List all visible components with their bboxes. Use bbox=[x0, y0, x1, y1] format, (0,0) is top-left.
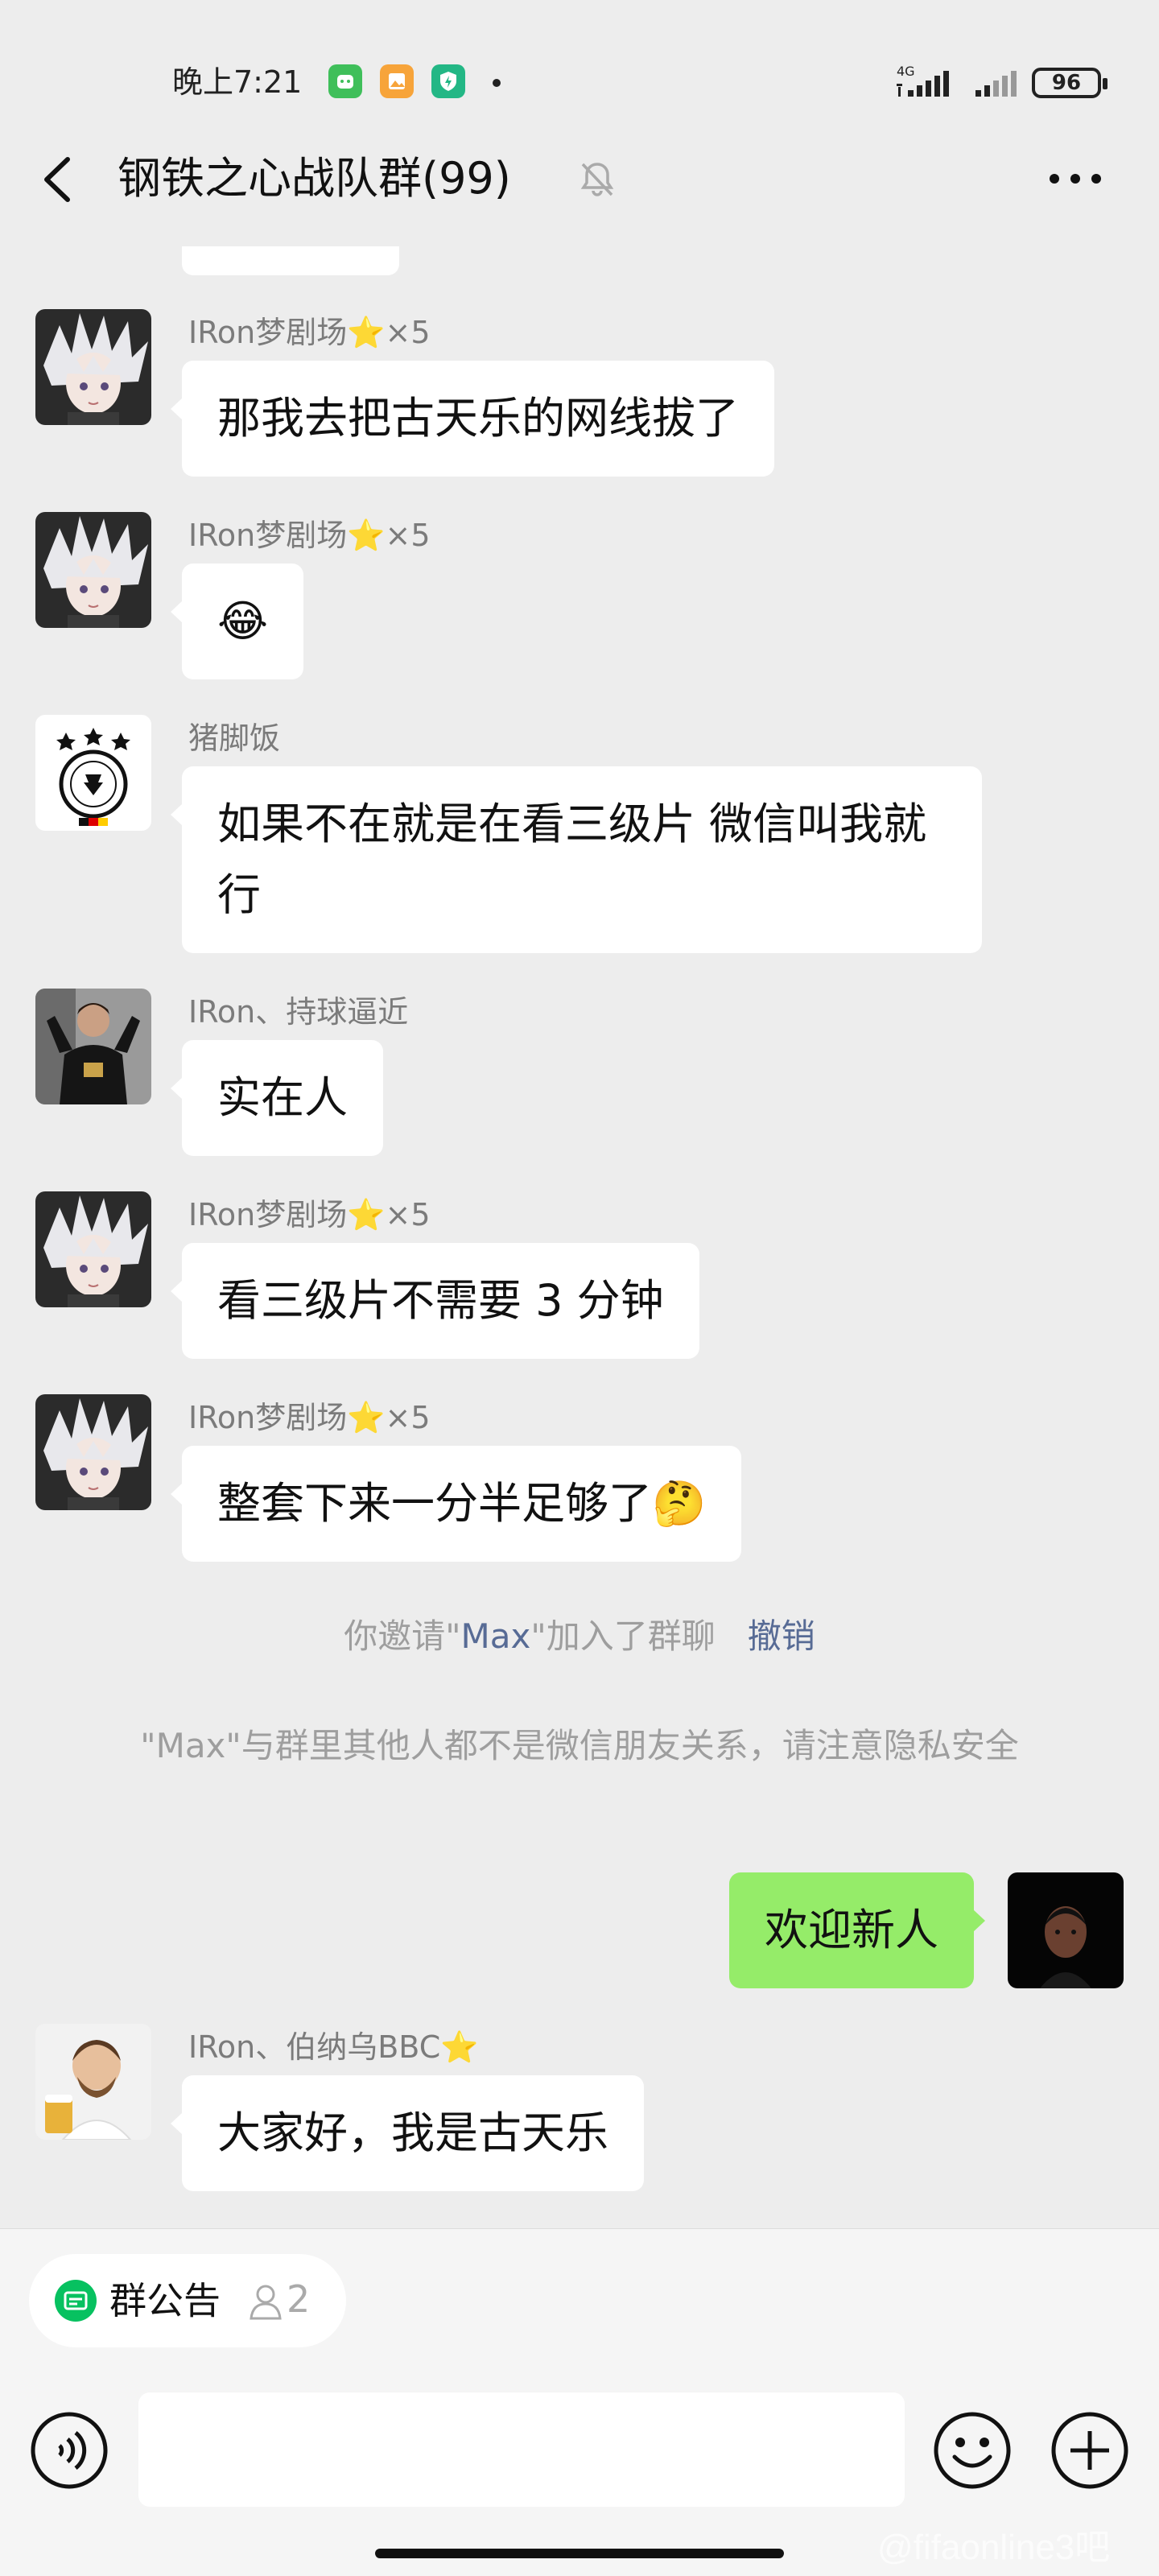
invitee-name-link[interactable]: Max bbox=[461, 1616, 531, 1656]
group-notice-label: 群公告 bbox=[109, 2279, 221, 2322]
invite-suffix: "加入了群聊 bbox=[530, 1616, 716, 1656]
more-options-button[interactable] bbox=[1046, 166, 1104, 192]
message-bubble[interactable]: 如果不在就是在看三级片 微信叫我就行 bbox=[171, 766, 982, 953]
revoke-invite-link[interactable]: 撤销 bbox=[748, 1616, 815, 1656]
message-bubble[interactable]: 大家好，我是古天乐 bbox=[171, 2075, 644, 2191]
message-bubble[interactable]: 那我去把古天乐的网线拔了 bbox=[171, 361, 774, 477]
voice-icon bbox=[31, 2412, 108, 2489]
watermark: @fifaonline3吧 bbox=[877, 2528, 1111, 2567]
emoji-button[interactable] bbox=[932, 2410, 1013, 2491]
cellular-signal-2-icon bbox=[975, 71, 1017, 97]
smiley-icon bbox=[934, 2412, 1011, 2489]
back-button[interactable] bbox=[35, 151, 84, 208]
voice-input-button[interactable] bbox=[29, 2410, 109, 2491]
message-bubble[interactable]: 看三级片不需要 3 分钟 bbox=[171, 1243, 699, 1359]
avatar[interactable] bbox=[35, 2024, 151, 2140]
notice-read-count: 2 bbox=[287, 2277, 311, 2321]
sender-nickname: IRon梦剧场⭐×5 bbox=[188, 1197, 431, 1232]
status-bar: 晚上7:21 4G 96 bbox=[0, 0, 1159, 153]
message-input[interactable] bbox=[138, 2392, 905, 2507]
sender-nickname: IRon梦剧场⭐×5 bbox=[188, 1400, 431, 1435]
sender-nickname: IRon梦剧场⭐×5 bbox=[188, 518, 431, 553]
robot-app-icon bbox=[328, 64, 362, 98]
status-time: 晚上7:21 bbox=[172, 64, 303, 100]
plus-icon bbox=[1051, 2412, 1128, 2489]
more-dots-icon bbox=[1050, 174, 1101, 184]
avatar[interactable] bbox=[35, 1394, 151, 1510]
privacy-notice: "Max"与群里其他人都不是微信朋友关系，请注意隐私安全 bbox=[140, 1726, 1019, 1765]
dark-portrait-avatar-image bbox=[1008, 1872, 1124, 1988]
muted-bell-icon bbox=[576, 158, 618, 200]
group-notice-chip[interactable]: 群公告 2 bbox=[29, 2254, 346, 2347]
avatar[interactable] bbox=[35, 715, 151, 831]
anime-avatar-image bbox=[35, 1191, 151, 1307]
cellular-signal-icon: 4G bbox=[897, 64, 949, 97]
message-bubble-partial[interactable] bbox=[182, 246, 399, 275]
sender-nickname: IRon、伯纳乌BBC⭐ bbox=[188, 2029, 479, 2065]
message-bubble[interactable]: 😂 bbox=[170, 564, 304, 679]
gallery-app-icon bbox=[380, 64, 414, 98]
invite-prefix: 你邀请" bbox=[344, 1616, 461, 1656]
avatar[interactable] bbox=[35, 512, 151, 628]
home-indicator[interactable] bbox=[375, 2549, 784, 2558]
sender-nickname: IRon、持球逼近 bbox=[188, 994, 409, 1030]
avatar[interactable] bbox=[35, 989, 151, 1104]
my-message-bubble[interactable]: 欢迎新人 bbox=[729, 1872, 985, 1988]
message-bubble[interactable]: 整套下来一分半足够了🤔 bbox=[170, 1446, 742, 1562]
more-functions-button[interactable] bbox=[1050, 2410, 1130, 2491]
germany-crest-avatar-image bbox=[35, 715, 151, 831]
avatar[interactable] bbox=[35, 309, 151, 425]
battery-indicator: 96 bbox=[1032, 68, 1107, 98]
network-type-label: 4G bbox=[897, 64, 915, 79]
beer-man-avatar-image bbox=[35, 2024, 151, 2140]
message-bubble[interactable]: 实在人 bbox=[171, 1040, 383, 1156]
notification-dot bbox=[493, 79, 501, 87]
person-icon bbox=[250, 2285, 282, 2320]
sender-nickname: 猪脚饭 bbox=[188, 720, 281, 756]
shield-app-icon bbox=[431, 64, 465, 98]
my-avatar[interactable] bbox=[1008, 1872, 1124, 1988]
anime-avatar-image bbox=[35, 309, 151, 425]
sender-nickname: IRon梦剧场⭐×5 bbox=[188, 315, 431, 350]
system-invite-notice: 你邀请"Max"加入了群聊 撤销 bbox=[0, 1612, 1159, 1662]
chevron-left-icon bbox=[44, 157, 70, 202]
announcement-icon bbox=[55, 2280, 97, 2322]
person-avatar-image bbox=[35, 989, 151, 1104]
avatar[interactable] bbox=[35, 1191, 151, 1307]
anime-avatar-image bbox=[35, 512, 151, 628]
chat-title: 钢铁之心战队群(99) bbox=[118, 153, 511, 204]
anime-avatar-image bbox=[35, 1394, 151, 1510]
